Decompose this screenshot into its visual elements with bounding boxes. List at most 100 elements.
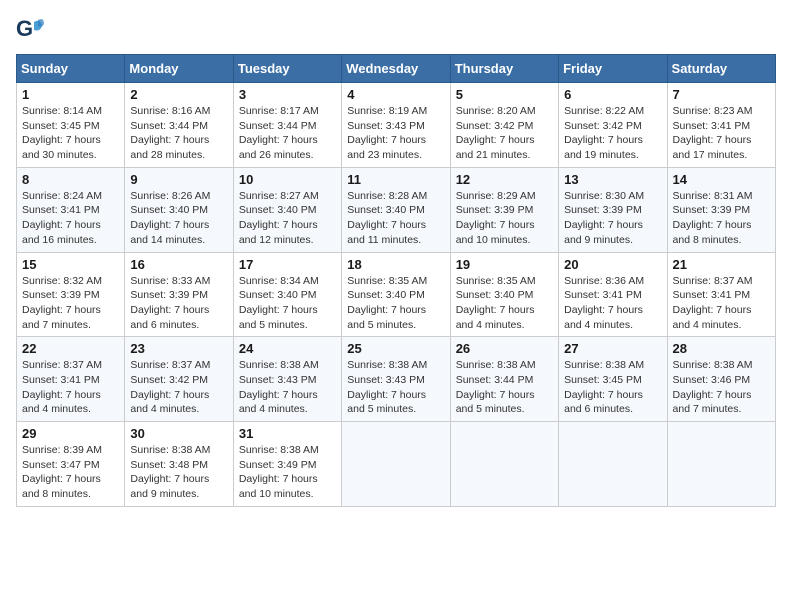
- day-info: Sunrise: 8:32 AM Sunset: 3:39 PM Dayligh…: [22, 274, 119, 333]
- day-number: 20: [564, 257, 661, 272]
- svg-text:G: G: [16, 16, 33, 41]
- day-number: 25: [347, 341, 444, 356]
- day-info: Sunrise: 8:14 AM Sunset: 3:45 PM Dayligh…: [22, 104, 119, 163]
- header-wednesday: Wednesday: [342, 55, 450, 83]
- day-number: 21: [673, 257, 770, 272]
- day-info: Sunrise: 8:38 AM Sunset: 3:45 PM Dayligh…: [564, 358, 661, 417]
- day-info: Sunrise: 8:38 AM Sunset: 3:43 PM Dayligh…: [347, 358, 444, 417]
- day-info: Sunrise: 8:38 AM Sunset: 3:46 PM Dayligh…: [673, 358, 770, 417]
- week-row-2: 8 Sunrise: 8:24 AM Sunset: 3:41 PM Daylig…: [17, 167, 776, 252]
- day-number: 30: [130, 426, 227, 441]
- day-number: 1: [22, 87, 119, 102]
- calendar-cell: 29 Sunrise: 8:39 AM Sunset: 3:47 PM Dayli…: [17, 422, 125, 507]
- logo: G: [16, 16, 48, 44]
- calendar-table: SundayMondayTuesdayWednesdayThursdayFrid…: [16, 54, 776, 507]
- day-number: 22: [22, 341, 119, 356]
- calendar-cell: 1 Sunrise: 8:14 AM Sunset: 3:45 PM Daylig…: [17, 83, 125, 168]
- day-number: 12: [456, 172, 553, 187]
- day-number: 5: [456, 87, 553, 102]
- calendar-cell: [667, 422, 775, 507]
- calendar-cell: 21 Sunrise: 8:37 AM Sunset: 3:41 PM Dayli…: [667, 252, 775, 337]
- day-info: Sunrise: 8:34 AM Sunset: 3:40 PM Dayligh…: [239, 274, 336, 333]
- calendar-cell: 12 Sunrise: 8:29 AM Sunset: 3:39 PM Dayli…: [450, 167, 558, 252]
- day-number: 13: [564, 172, 661, 187]
- header-saturday: Saturday: [667, 55, 775, 83]
- calendar-cell: 10Sunrise: 8:27 AM Sunset: 3:40 PM Dayli…: [233, 167, 341, 252]
- header-friday: Friday: [559, 55, 667, 83]
- week-row-4: 22 Sunrise: 8:37 AM Sunset: 3:41 PM Dayli…: [17, 337, 776, 422]
- day-number: 11: [347, 172, 444, 187]
- day-number: 16: [130, 257, 227, 272]
- day-info: Sunrise: 8:19 AM Sunset: 3:43 PM Dayligh…: [347, 104, 444, 163]
- day-info: Sunrise: 8:37 AM Sunset: 3:41 PM Dayligh…: [22, 358, 119, 417]
- day-info: Sunrise: 8:38 AM Sunset: 3:43 PM Dayligh…: [239, 358, 336, 417]
- calendar-cell: 25 Sunrise: 8:38 AM Sunset: 3:43 PM Dayli…: [342, 337, 450, 422]
- calendar-cell: 11 Sunrise: 8:28 AM Sunset: 3:40 PM Dayli…: [342, 167, 450, 252]
- calendar-cell: 22 Sunrise: 8:37 AM Sunset: 3:41 PM Dayli…: [17, 337, 125, 422]
- day-number: 8: [22, 172, 119, 187]
- calendar-cell: 18Sunrise: 8:35 AM Sunset: 3:40 PM Dayli…: [342, 252, 450, 337]
- calendar-cell: [342, 422, 450, 507]
- day-info: Sunrise: 8:37 AM Sunset: 3:41 PM Dayligh…: [673, 274, 770, 333]
- day-number: 10: [239, 172, 336, 187]
- day-number: 19: [456, 257, 553, 272]
- calendar-cell: 2 Sunrise: 8:16 AM Sunset: 3:44 PM Daylig…: [125, 83, 233, 168]
- calendar-cell: 7 Sunrise: 8:23 AM Sunset: 3:41 PM Daylig…: [667, 83, 775, 168]
- day-info: Sunrise: 8:38 AM Sunset: 3:48 PM Dayligh…: [130, 443, 227, 502]
- page-header: G: [16, 16, 776, 44]
- day-info: Sunrise: 8:35 AM Sunset: 3:40 PM Dayligh…: [347, 274, 444, 333]
- calendar-cell: 9 Sunrise: 8:26 AM Sunset: 3:40 PM Daylig…: [125, 167, 233, 252]
- day-number: 31: [239, 426, 336, 441]
- week-row-5: 29 Sunrise: 8:39 AM Sunset: 3:47 PM Dayli…: [17, 422, 776, 507]
- calendar-cell: 17 Sunrise: 8:34 AM Sunset: 3:40 PM Dayli…: [233, 252, 341, 337]
- day-number: 17: [239, 257, 336, 272]
- logo-icon: G: [16, 16, 44, 44]
- day-number: 24: [239, 341, 336, 356]
- day-info: Sunrise: 8:26 AM Sunset: 3:40 PM Dayligh…: [130, 189, 227, 248]
- header-thursday: Thursday: [450, 55, 558, 83]
- day-info: Sunrise: 8:23 AM Sunset: 3:41 PM Dayligh…: [673, 104, 770, 163]
- calendar-cell: 30 Sunrise: 8:38 AM Sunset: 3:48 PM Dayli…: [125, 422, 233, 507]
- calendar-cell: 14Sunrise: 8:31 AM Sunset: 3:39 PM Dayli…: [667, 167, 775, 252]
- day-info: Sunrise: 8:20 AM Sunset: 3:42 PM Dayligh…: [456, 104, 553, 163]
- calendar-cell: 13Sunrise: 8:30 AM Sunset: 3:39 PM Dayli…: [559, 167, 667, 252]
- calendar-cell: 26Sunrise: 8:38 AM Sunset: 3:44 PM Dayli…: [450, 337, 558, 422]
- day-info: Sunrise: 8:38 AM Sunset: 3:49 PM Dayligh…: [239, 443, 336, 502]
- calendar-cell: 4 Sunrise: 8:19 AM Sunset: 3:43 PM Daylig…: [342, 83, 450, 168]
- header-tuesday: Tuesday: [233, 55, 341, 83]
- calendar-cell: [450, 422, 558, 507]
- day-number: 9: [130, 172, 227, 187]
- day-number: 26: [456, 341, 553, 356]
- day-info: Sunrise: 8:37 AM Sunset: 3:42 PM Dayligh…: [130, 358, 227, 417]
- day-info: Sunrise: 8:16 AM Sunset: 3:44 PM Dayligh…: [130, 104, 227, 163]
- day-info: Sunrise: 8:22 AM Sunset: 3:42 PM Dayligh…: [564, 104, 661, 163]
- day-number: 27: [564, 341, 661, 356]
- calendar-header-row: SundayMondayTuesdayWednesdayThursdayFrid…: [17, 55, 776, 83]
- calendar-cell: [559, 422, 667, 507]
- day-info: Sunrise: 8:24 AM Sunset: 3:41 PM Dayligh…: [22, 189, 119, 248]
- header-sunday: Sunday: [17, 55, 125, 83]
- day-info: Sunrise: 8:28 AM Sunset: 3:40 PM Dayligh…: [347, 189, 444, 248]
- calendar-cell: 20 Sunrise: 8:36 AM Sunset: 3:41 PM Dayli…: [559, 252, 667, 337]
- day-number: 28: [673, 341, 770, 356]
- day-number: 15: [22, 257, 119, 272]
- calendar-cell: 28 Sunrise: 8:38 AM Sunset: 3:46 PM Dayli…: [667, 337, 775, 422]
- day-number: 4: [347, 87, 444, 102]
- header-monday: Monday: [125, 55, 233, 83]
- day-number: 7: [673, 87, 770, 102]
- day-info: Sunrise: 8:33 AM Sunset: 3:39 PM Dayligh…: [130, 274, 227, 333]
- day-info: Sunrise: 8:17 AM Sunset: 3:44 PM Dayligh…: [239, 104, 336, 163]
- calendar-cell: 8 Sunrise: 8:24 AM Sunset: 3:41 PM Daylig…: [17, 167, 125, 252]
- calendar-cell: 27 Sunrise: 8:38 AM Sunset: 3:45 PM Dayli…: [559, 337, 667, 422]
- calendar-cell: 23Sunrise: 8:37 AM Sunset: 3:42 PM Dayli…: [125, 337, 233, 422]
- calendar-cell: 31 Sunrise: 8:38 AM Sunset: 3:49 PM Dayli…: [233, 422, 341, 507]
- calendar-cell: 19 Sunrise: 8:35 AM Sunset: 3:40 PM Dayli…: [450, 252, 558, 337]
- day-info: Sunrise: 8:36 AM Sunset: 3:41 PM Dayligh…: [564, 274, 661, 333]
- day-info: Sunrise: 8:35 AM Sunset: 3:40 PM Dayligh…: [456, 274, 553, 333]
- day-number: 29: [22, 426, 119, 441]
- day-info: Sunrise: 8:29 AM Sunset: 3:39 PM Dayligh…: [456, 189, 553, 248]
- day-number: 2: [130, 87, 227, 102]
- day-number: 14: [673, 172, 770, 187]
- calendar-cell: 24 Sunrise: 8:38 AM Sunset: 3:43 PM Dayli…: [233, 337, 341, 422]
- day-info: Sunrise: 8:39 AM Sunset: 3:47 PM Dayligh…: [22, 443, 119, 502]
